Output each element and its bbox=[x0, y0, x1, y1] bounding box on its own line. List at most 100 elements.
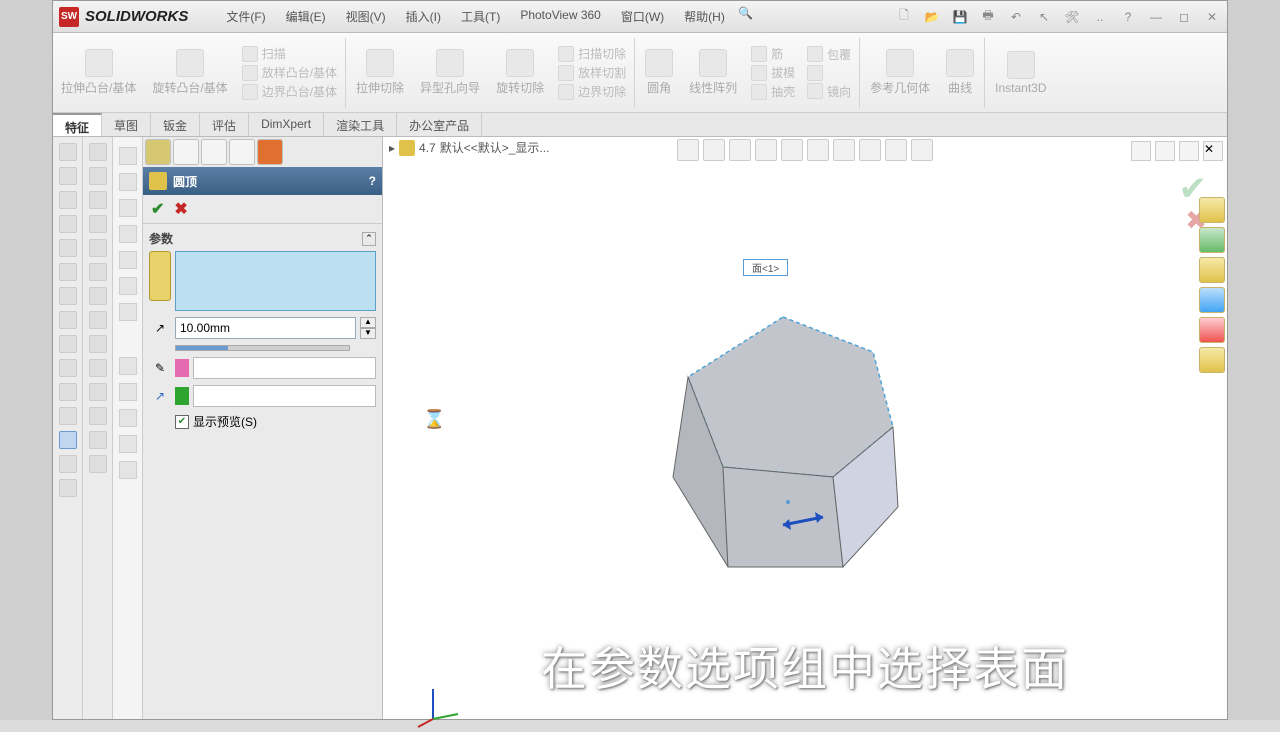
tool-icon[interactable] bbox=[89, 431, 107, 449]
tool-icon[interactable] bbox=[89, 383, 107, 401]
selection-list[interactable] bbox=[175, 251, 376, 311]
menu-photoview[interactable]: PhotoView 360 bbox=[512, 4, 609, 29]
fm-tab-icon[interactable] bbox=[119, 251, 137, 269]
extrude-boss-button[interactable]: 拉伸凸台/基体 bbox=[53, 45, 144, 100]
tool-icon[interactable] bbox=[89, 239, 107, 257]
tool-icon[interactable] bbox=[89, 311, 107, 329]
shell-button[interactable]: 抽壳 bbox=[751, 83, 795, 100]
undo-icon[interactable]: ↶ bbox=[1007, 8, 1025, 26]
view-triad-icon[interactable] bbox=[413, 679, 463, 729]
search-icon[interactable]: 🔍 bbox=[737, 4, 755, 22]
ref-geometry-button[interactable]: 参考几何体 bbox=[862, 45, 938, 100]
tool-icon[interactable] bbox=[89, 191, 107, 209]
taskpane-resources-icon[interactable] bbox=[1199, 227, 1225, 253]
graphics-view[interactable]: ▸ 4.7 默认<<默认>_显示... ✕ bbox=[383, 137, 1227, 719]
menu-view[interactable]: 视图(V) bbox=[338, 4, 394, 29]
extrude-cut-button[interactable]: 拉伸切除 bbox=[348, 45, 412, 100]
tool-icon[interactable] bbox=[89, 263, 107, 281]
menu-tools[interactable]: 工具(T) bbox=[453, 4, 508, 29]
fm-tab-icon[interactable] bbox=[119, 199, 137, 217]
appearance-icon[interactable] bbox=[859, 139, 881, 161]
distance-input[interactable] bbox=[175, 317, 356, 339]
tool-icon[interactable] bbox=[59, 263, 77, 281]
tab-office[interactable]: 办公室产品 bbox=[397, 113, 482, 136]
ok-icon[interactable]: ✔ bbox=[151, 199, 164, 219]
pm-tab-icon[interactable] bbox=[201, 139, 227, 165]
view-orientation-icon[interactable] bbox=[781, 139, 803, 161]
3d-model[interactable] bbox=[633, 307, 933, 607]
swept-boss-button[interactable]: 扫描 bbox=[242, 45, 337, 62]
fm-tab-icon[interactable] bbox=[119, 409, 137, 427]
tool-icon[interactable] bbox=[59, 359, 77, 377]
pm-tab-icon[interactable] bbox=[229, 139, 255, 165]
fm-tab-icon[interactable] bbox=[119, 435, 137, 453]
fm-tab-icon[interactable] bbox=[119, 357, 137, 375]
tab-evaluate[interactable]: 评估 bbox=[200, 113, 249, 136]
tool-icon[interactable] bbox=[89, 287, 107, 305]
new-icon[interactable]: 🗋 bbox=[895, 8, 913, 26]
tool-icon[interactable] bbox=[89, 359, 107, 377]
maximize-icon[interactable]: ◻ bbox=[1175, 8, 1193, 26]
tab-features[interactable]: 特征 bbox=[53, 113, 102, 136]
loft-boss-button[interactable]: 放样凸台/基体 bbox=[242, 64, 337, 81]
mirror-button[interactable]: 镜向 bbox=[807, 83, 851, 100]
distance-slider[interactable] bbox=[175, 345, 350, 351]
menu-edit[interactable]: 编辑(E) bbox=[278, 4, 334, 29]
wrap-button[interactable]: 包覆 bbox=[807, 46, 851, 63]
menu-file[interactable]: 文件(F) bbox=[218, 4, 273, 29]
view-settings-icon[interactable] bbox=[911, 139, 933, 161]
rib-button[interactable]: 筋 bbox=[751, 45, 795, 62]
boundary-boss-button[interactable]: 边界凸台/基体 bbox=[242, 83, 337, 100]
menu-insert[interactable]: 插入(I) bbox=[398, 4, 449, 29]
options-icon[interactable]: .. bbox=[1091, 8, 1109, 26]
tool-icon[interactable] bbox=[59, 311, 77, 329]
tool-icon[interactable] bbox=[59, 239, 77, 257]
revolve-boss-button[interactable]: 旋转凸台/基体 bbox=[144, 45, 235, 100]
tab-sheetmetal[interactable]: 钣金 bbox=[151, 113, 200, 136]
open-icon[interactable]: 📂 bbox=[923, 8, 941, 26]
fm-tab-icon[interactable] bbox=[119, 173, 137, 191]
window-icon[interactable] bbox=[1179, 141, 1199, 161]
tool-icon[interactable] bbox=[59, 479, 77, 497]
tab-render[interactable]: 渲染工具 bbox=[324, 113, 397, 136]
tool-icon[interactable] bbox=[59, 287, 77, 305]
prev-view-icon[interactable] bbox=[729, 139, 751, 161]
fillet-button[interactable]: 圆角 bbox=[637, 45, 681, 100]
taskpane-explorer-icon[interactable] bbox=[1199, 287, 1225, 313]
scene-icon[interactable] bbox=[885, 139, 907, 161]
fm-tab-icon[interactable] bbox=[119, 147, 137, 165]
zoom-fit-icon[interactable] bbox=[677, 139, 699, 161]
instant3d-button[interactable]: Instant3D bbox=[987, 47, 1054, 99]
constraint-field[interactable] bbox=[193, 357, 376, 379]
direction-field[interactable] bbox=[193, 385, 376, 407]
tool-icon[interactable] bbox=[59, 143, 77, 161]
pm-tab-icon[interactable] bbox=[173, 139, 199, 165]
tool-icon[interactable] bbox=[89, 143, 107, 161]
hide-show-icon[interactable] bbox=[833, 139, 855, 161]
close-icon[interactable]: ✕ bbox=[1203, 8, 1221, 26]
hole-wizard-button[interactable]: 异型孔向导 bbox=[412, 45, 488, 100]
minimize-icon[interactable]: — bbox=[1147, 8, 1165, 26]
taskpane-home-icon[interactable] bbox=[1199, 197, 1225, 223]
pm-tab-appearance-icon[interactable] bbox=[257, 139, 283, 165]
select-icon[interactable]: ↖ bbox=[1035, 8, 1053, 26]
linear-pattern-button[interactable]: 线性阵列 bbox=[681, 45, 745, 100]
loft-cut-button[interactable]: 放样切割 bbox=[558, 64, 626, 81]
help-icon[interactable]: ? bbox=[1119, 8, 1137, 26]
tab-dimxpert[interactable]: DimXpert bbox=[249, 113, 324, 136]
save-icon[interactable]: 💾 bbox=[951, 8, 969, 26]
cancel-icon[interactable]: ✖ bbox=[174, 199, 187, 219]
section-view-icon[interactable] bbox=[755, 139, 777, 161]
preview-checkbox[interactable]: ✔ bbox=[175, 415, 189, 429]
pm-tab-feature-icon[interactable] bbox=[145, 139, 171, 165]
pm-help-icon[interactable]: ? bbox=[369, 174, 376, 188]
dome-button[interactable] bbox=[807, 65, 851, 81]
taskpane-library-icon[interactable] bbox=[1199, 257, 1225, 283]
taskpane-custom-icon[interactable] bbox=[1199, 347, 1225, 373]
tool-icon-selected[interactable] bbox=[59, 431, 77, 449]
tool-icon[interactable] bbox=[59, 167, 77, 185]
revolve-cut-button[interactable]: 旋转切除 bbox=[488, 45, 552, 100]
tool-icon[interactable] bbox=[59, 383, 77, 401]
swept-cut-button[interactable]: 扫描切除 bbox=[558, 45, 626, 62]
breadcrumb[interactable]: ▸ 4.7 默认<<默认>_显示... bbox=[389, 139, 549, 156]
